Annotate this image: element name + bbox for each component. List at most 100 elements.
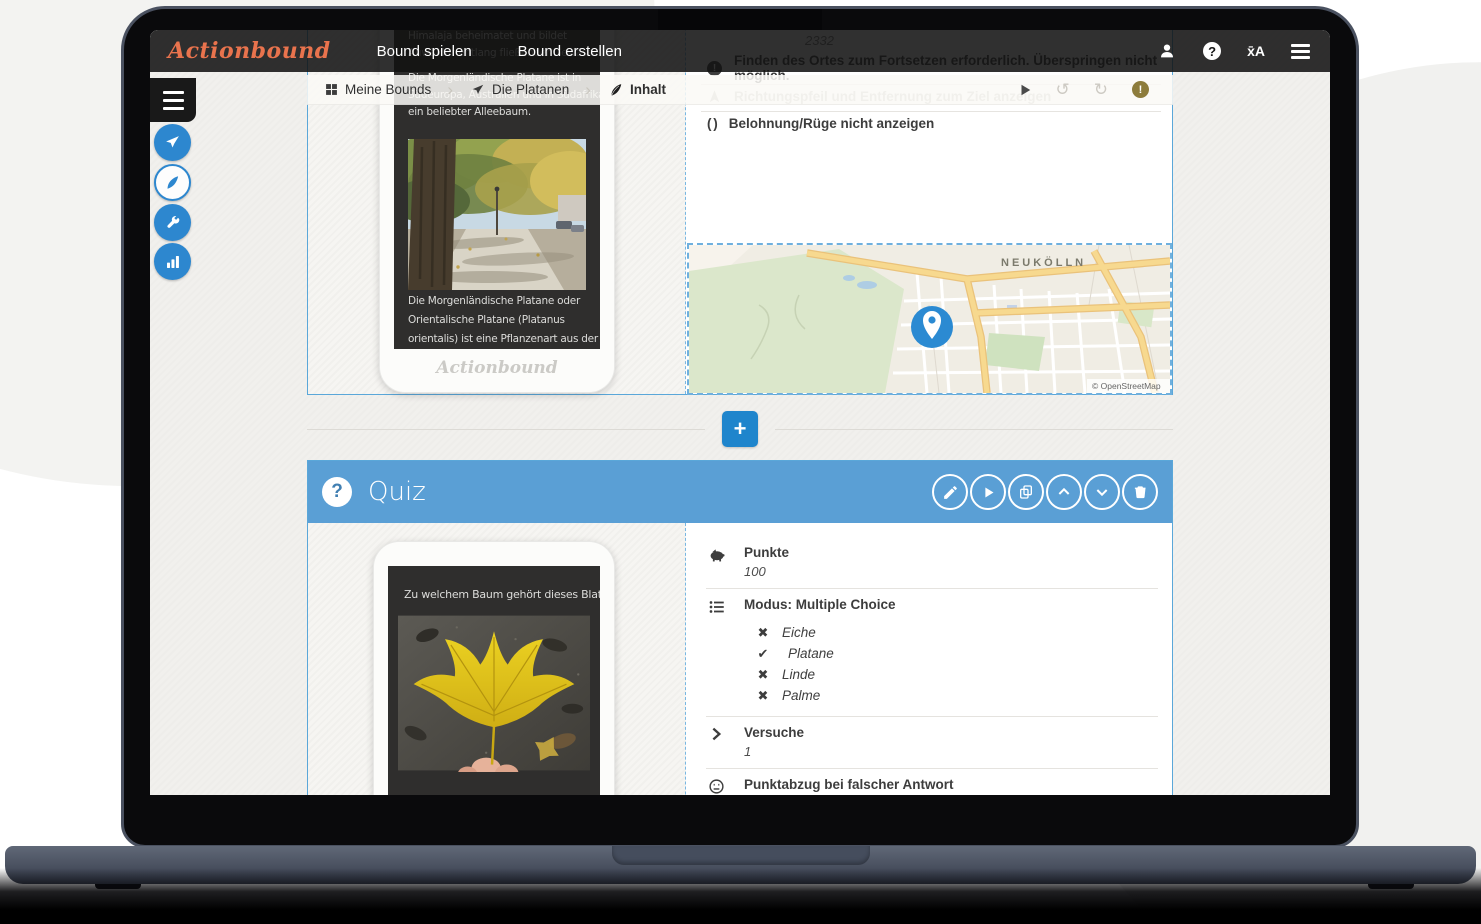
quiz-element-card: ? Quiz — [307, 460, 1173, 795]
navbar-icons: ? x̄A — [1157, 41, 1330, 62]
breadcrumb-label: Meine Bounds — [345, 82, 431, 97]
wrong-mark-icon: ✖ — [756, 667, 770, 683]
quiz-title: Quiz — [368, 477, 426, 507]
setting-label: Modus: Multiple Choice — [744, 596, 1158, 613]
setting-value: 100 — [744, 564, 1158, 580]
actionbound-watermark: Actionbound — [380, 358, 614, 378]
setting-label: Punktabzug bei falscher Antwort — [744, 776, 1158, 793]
piggy-bank-icon — [708, 546, 726, 564]
quiz-body: Zu welchem Baum gehört dieses Blatt? — [308, 523, 1172, 795]
stage-text-line: orientalis) ist eine Pflanzenart aus der — [408, 330, 598, 349]
bar-chart-icon — [165, 254, 181, 270]
check-mark-icon: ✔ — [756, 646, 770, 662]
breadcrumb-bar: Meine Bounds › Die Platanen › Inhalt — [307, 75, 1173, 105]
quiz-settings: Punkte 100 Modus: Multiple Choice — [686, 523, 1172, 795]
setting-label: Punkte — [744, 544, 1158, 561]
paper-plane-icon — [164, 134, 181, 151]
sidebar-results-button[interactable] — [154, 243, 191, 280]
wrench-icon — [165, 215, 181, 231]
answer-option: ✖ Eiche — [756, 622, 1158, 643]
laptop-mockup: bis in den westlichen Himalaja beheimate… — [121, 6, 1359, 848]
laptop-shadow — [0, 868, 1481, 924]
help-icon[interactable]: ? — [1203, 42, 1221, 60]
sidebar-menu-button[interactable] — [150, 78, 196, 122]
add-element-button[interactable]: + — [722, 411, 758, 447]
breadcrumb-separator: › — [585, 81, 591, 98]
divider — [307, 429, 705, 430]
phone-preview-quiz: Zu welchem Baum gehört dieses Blatt? — [373, 541, 615, 795]
setting-label: Belohnung/Rüge nicht anzeigen — [729, 116, 935, 131]
setting-label: Versuche — [744, 724, 1158, 741]
quiz-header: ? Quiz — [308, 461, 1172, 523]
option-text: Linde — [782, 667, 815, 682]
option-text: Platane — [788, 646, 834, 661]
redo-icon[interactable]: ↻ — [1094, 81, 1108, 98]
quill-icon — [165, 175, 180, 190]
stage-text-line: Orientalische Platane (Platanus — [408, 311, 598, 330]
translate-icon[interactable]: x̄A — [1247, 43, 1265, 59]
neutral-face-icon — [708, 778, 726, 795]
play-icon[interactable] — [970, 474, 1006, 510]
laptop-base-notch — [612, 846, 870, 865]
sidebar-bounds-button[interactable] — [154, 124, 191, 161]
stage-text-line: ein beliebter Alleebaum. — [408, 104, 600, 121]
setting-points: Punkte 100 — [706, 537, 1158, 589]
breadcrumb-meine-bounds[interactable]: Meine Bounds — [325, 82, 431, 97]
breadcrumb-label: Die Platanen — [492, 82, 569, 97]
map-attribution: © OpenStreetMap — [1092, 381, 1161, 391]
browser-viewport: bis in den westlichen Himalaja beheimate… — [150, 30, 1330, 795]
sidebar-content-button[interactable] — [154, 164, 191, 201]
quiz-question: Zu welchem Baum gehört dieses Blatt? — [404, 586, 600, 603]
brackets-icon: ( ) — [707, 116, 717, 131]
menu-icon[interactable] — [1291, 41, 1310, 62]
duplicate-icon[interactable] — [1008, 474, 1044, 510]
undo-icon[interactable]: ↺ — [1056, 81, 1070, 98]
stage-text-line: Die Morgenländische Platane oder — [408, 292, 598, 311]
answer-option: ✔ Platane — [756, 643, 1158, 664]
map-area-label: NEUKÖLLN — [1001, 256, 1086, 269]
breadcrumb-inhalt[interactable]: Inhalt — [609, 82, 666, 97]
wrong-mark-icon: ✖ — [756, 625, 770, 641]
breadcrumb-label: Inhalt — [630, 82, 666, 97]
question-circle-icon: ? — [322, 477, 352, 507]
setting-attempts: Versuche 1 — [706, 717, 1158, 769]
move-up-icon[interactable] — [1046, 474, 1082, 510]
setting-value: 1 — [744, 744, 1158, 760]
option-text: Palme — [782, 688, 820, 703]
list-icon — [708, 598, 726, 616]
nav-bound-spielen[interactable]: Bound spielen — [377, 43, 472, 60]
top-navbar: Actionbound Bound spielen Bound erstelle… — [150, 30, 1330, 72]
option-text: Eiche — [782, 625, 816, 640]
quiz-toolbar — [932, 474, 1172, 510]
user-icon[interactable] — [1157, 41, 1177, 61]
hamburger-icon — [163, 91, 184, 94]
leaf-photo — [398, 614, 590, 772]
setting-penalty: Punktabzug bei falscher Antwort 10 — [706, 769, 1158, 795]
move-down-icon[interactable] — [1084, 474, 1120, 510]
delete-icon[interactable] — [1122, 474, 1158, 510]
play-icon[interactable] — [1018, 83, 1032, 97]
wrong-mark-icon: ✖ — [756, 688, 770, 704]
setting-mode: Modus: Multiple Choice ✖ Eiche ✔ Platane — [706, 589, 1158, 717]
paper-plane-icon — [471, 83, 485, 97]
chevron-right-icon — [708, 726, 726, 744]
answer-options: ✖ Eiche ✔ Platane ✖ Linde — [756, 622, 1158, 706]
divider — [775, 429, 1173, 430]
phone-screen: Zu welchem Baum gehört dieses Blatt? — [388, 566, 600, 795]
page-background: bis in den westlichen Himalaja beheimate… — [0, 0, 1481, 924]
breadcrumb-separator: › — [447, 81, 453, 98]
sidebar-settings-button[interactable] — [154, 204, 191, 241]
grid-icon — [325, 83, 338, 96]
actionbound-logo[interactable]: Actionbound — [168, 38, 331, 64]
bound-toolbar: ↺ ↻ ! — [1018, 81, 1174, 98]
warning-icon[interactable]: ! — [1132, 81, 1149, 98]
edit-icon[interactable] — [932, 474, 968, 510]
setting-row-no-feedback: ( ) Belohnung/Rüge nicht anzeigen — [707, 113, 934, 133]
location-map[interactable]: NEUKÖLLN © OpenStreetMap — [687, 243, 1172, 395]
nav-bound-erstellen[interactable]: Bound erstellen — [518, 43, 622, 60]
quill-icon — [609, 83, 623, 97]
divider — [701, 111, 1161, 112]
answer-option: ✖ Linde — [756, 664, 1158, 685]
map-pin-icon[interactable] — [911, 306, 953, 348]
breadcrumb-die-platanen[interactable]: Die Platanen — [471, 82, 569, 97]
